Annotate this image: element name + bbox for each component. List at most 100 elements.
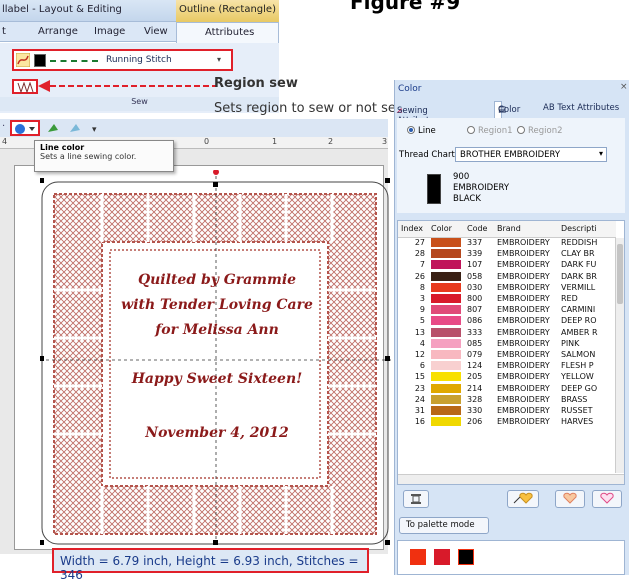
thread-spool-button[interactable] bbox=[403, 490, 429, 508]
color-swatch bbox=[431, 361, 461, 371]
heart-link-icon bbox=[513, 492, 533, 504]
line-color-swatch[interactable] bbox=[34, 54, 46, 67]
table-row[interactable]: 8 030 EMBROIDERY VERMILL bbox=[398, 282, 616, 293]
radio-region2[interactable]: Region2 bbox=[517, 126, 563, 136]
palette-swatch[interactable] bbox=[458, 549, 474, 565]
cell-index: 4 bbox=[419, 338, 425, 348]
ruler-mark: 0 bbox=[204, 137, 210, 146]
cell-code: 214 bbox=[467, 383, 483, 393]
radio-region1-label: Region1 bbox=[478, 126, 513, 136]
design-text-line: for Melissa Ann bbox=[155, 322, 279, 338]
table-row[interactable]: 27 337 EMBROIDERY REDDISH bbox=[398, 237, 616, 248]
cell-code: 333 bbox=[467, 327, 483, 337]
cell-desc: DEEP RO bbox=[561, 316, 597, 326]
column-header[interactable]: Code bbox=[464, 221, 494, 238]
thread-color-swatch bbox=[428, 271, 464, 282]
column-header[interactable]: Index bbox=[398, 221, 428, 238]
thread-chart-select[interactable]: BROTHER EMBROIDERY ▾ bbox=[455, 147, 607, 162]
color-swatch bbox=[431, 394, 461, 404]
region-sew-button[interactable] bbox=[12, 79, 38, 94]
region-color-icons[interactable]: ▾ bbox=[46, 122, 106, 134]
table-row[interactable]: 16 206 EMBROIDERY HARVES bbox=[398, 416, 616, 427]
color-panel-body: Line Region1 Region2 Thread Chart: BROTH… bbox=[397, 118, 625, 213]
column-header[interactable]: Descripti bbox=[558, 221, 616, 238]
color-swatch bbox=[431, 282, 461, 292]
cell-desc: AMBER R bbox=[561, 327, 598, 337]
thread-color-swatch bbox=[428, 416, 464, 427]
design-text-line: with Tender Loving Care bbox=[121, 297, 313, 313]
thread-color-swatch bbox=[428, 371, 464, 382]
column-header[interactable]: Color bbox=[428, 221, 464, 238]
line-icon[interactable] bbox=[16, 53, 30, 67]
radio-line-label: Line bbox=[418, 126, 436, 136]
tab-attributes[interactable]: Attributes bbox=[176, 22, 279, 43]
chevron-down-icon: ▾ bbox=[598, 149, 603, 158]
table-row[interactable]: 6 124 EMBROIDERY FLESH P bbox=[398, 360, 616, 371]
thread-color-swatch bbox=[428, 360, 464, 371]
scrollbar-thumb[interactable] bbox=[617, 244, 623, 304]
cell-brand: EMBROIDERY bbox=[497, 372, 550, 382]
column-header[interactable]: Brand bbox=[494, 221, 558, 238]
context-tab[interactable]: Outline (Rectangle) bbox=[176, 0, 279, 22]
thread-color-swatch bbox=[428, 293, 464, 304]
current-thread-brand: EMBROIDERY bbox=[453, 183, 510, 193]
cell-brand: EMBROIDERY bbox=[497, 238, 550, 248]
cell-desc: SALMON bbox=[561, 349, 596, 359]
cell-desc: RED bbox=[561, 294, 578, 304]
heart-button[interactable] bbox=[555, 490, 585, 508]
radio-icon bbox=[467, 126, 475, 134]
cell-index: 26 bbox=[414, 271, 425, 281]
table-row[interactable]: 31 330 EMBROIDERY RUSSET bbox=[398, 405, 616, 416]
table-row[interactable]: 5 086 EMBROIDERY DEEP RO bbox=[398, 315, 616, 326]
cell-desc: BRASS bbox=[561, 394, 588, 404]
tab-t[interactable]: t bbox=[2, 26, 6, 37]
current-thread-name: BLACK bbox=[453, 194, 481, 204]
cell-code: 328 bbox=[467, 394, 483, 404]
cell-desc: CLAY BR bbox=[561, 249, 595, 259]
table-row[interactable]: 24 328 EMBROIDERY BRASS bbox=[398, 394, 616, 405]
heart-link-button[interactable] bbox=[507, 490, 539, 508]
design-text-line: Quilted by Grammie bbox=[137, 272, 297, 288]
thread-color-swatch bbox=[428, 282, 464, 293]
design-text-line: Happy Sweet Sixteen! bbox=[131, 371, 303, 387]
palette-swatch[interactable] bbox=[410, 549, 426, 565]
vertical-scrollbar[interactable] bbox=[615, 238, 624, 473]
cell-brand: EMBROIDERY bbox=[497, 316, 550, 326]
color-swatch bbox=[431, 271, 461, 281]
thread-table[interactable]: Index Color Code Brand Descripti 27 337 EM… bbox=[397, 220, 625, 485]
line-type-label[interactable]: Running Stitch bbox=[106, 55, 172, 65]
horizontal-scrollbar[interactable] bbox=[398, 474, 624, 484]
thread-color-swatch bbox=[428, 382, 464, 393]
table-row[interactable]: 4 085 EMBROIDERY PINK bbox=[398, 338, 616, 349]
radio-region1[interactable]: Region1 bbox=[467, 126, 513, 136]
region-sew-description: Sets region to sew or not sew. bbox=[214, 101, 410, 116]
table-row[interactable]: 7 107 EMBROIDERY DARK FU bbox=[398, 259, 616, 270]
cell-desc: DARK BR bbox=[561, 271, 597, 281]
cell-index: 6 bbox=[419, 361, 425, 371]
tab-arrange[interactable]: Arrange bbox=[38, 26, 78, 37]
radio-line[interactable]: Line bbox=[407, 126, 436, 136]
to-palette-mode-button[interactable]: To palette mode bbox=[399, 517, 489, 534]
table-row[interactable]: 9 807 EMBROIDERY CARMINI bbox=[398, 304, 616, 315]
tab-image[interactable]: Image bbox=[94, 26, 125, 37]
cell-brand: EMBROIDERY bbox=[497, 294, 550, 304]
table-row[interactable]: 15 205 EMBROIDERY YELLOW bbox=[398, 371, 616, 382]
close-icon[interactable]: × bbox=[620, 82, 628, 92]
tab-color[interactable]: ▤ Color bbox=[494, 101, 520, 118]
design-text-block: Quilted by Grammie with Tender Loving Ca… bbox=[102, 268, 332, 468]
cell-index: 5 bbox=[419, 316, 425, 326]
table-row[interactable]: 13 333 EMBROIDERY AMBER R bbox=[398, 327, 616, 338]
design-text-line: November 4, 2012 bbox=[145, 425, 289, 441]
tab-view[interactable]: View bbox=[144, 26, 168, 37]
table-row[interactable]: 26 058 EMBROIDERY DARK BR bbox=[398, 271, 616, 282]
table-row[interactable]: 12 079 EMBROIDERY SALMON bbox=[398, 349, 616, 360]
heart-outline-button[interactable] bbox=[592, 490, 622, 508]
thread-color-swatch bbox=[428, 327, 464, 338]
line-color-button[interactable] bbox=[10, 120, 40, 136]
table-row[interactable]: 28 339 EMBROIDERY CLAY BR bbox=[398, 248, 616, 259]
tab-text-attributes[interactable]: AB Text Attributes bbox=[543, 103, 619, 113]
chevron-down-icon[interactable]: ▾ bbox=[217, 55, 221, 64]
table-row[interactable]: 23 214 EMBROIDERY DEEP GO bbox=[398, 382, 616, 393]
palette-swatch[interactable] bbox=[434, 549, 450, 565]
table-row[interactable]: 3 800 EMBROIDERY RED bbox=[398, 293, 616, 304]
